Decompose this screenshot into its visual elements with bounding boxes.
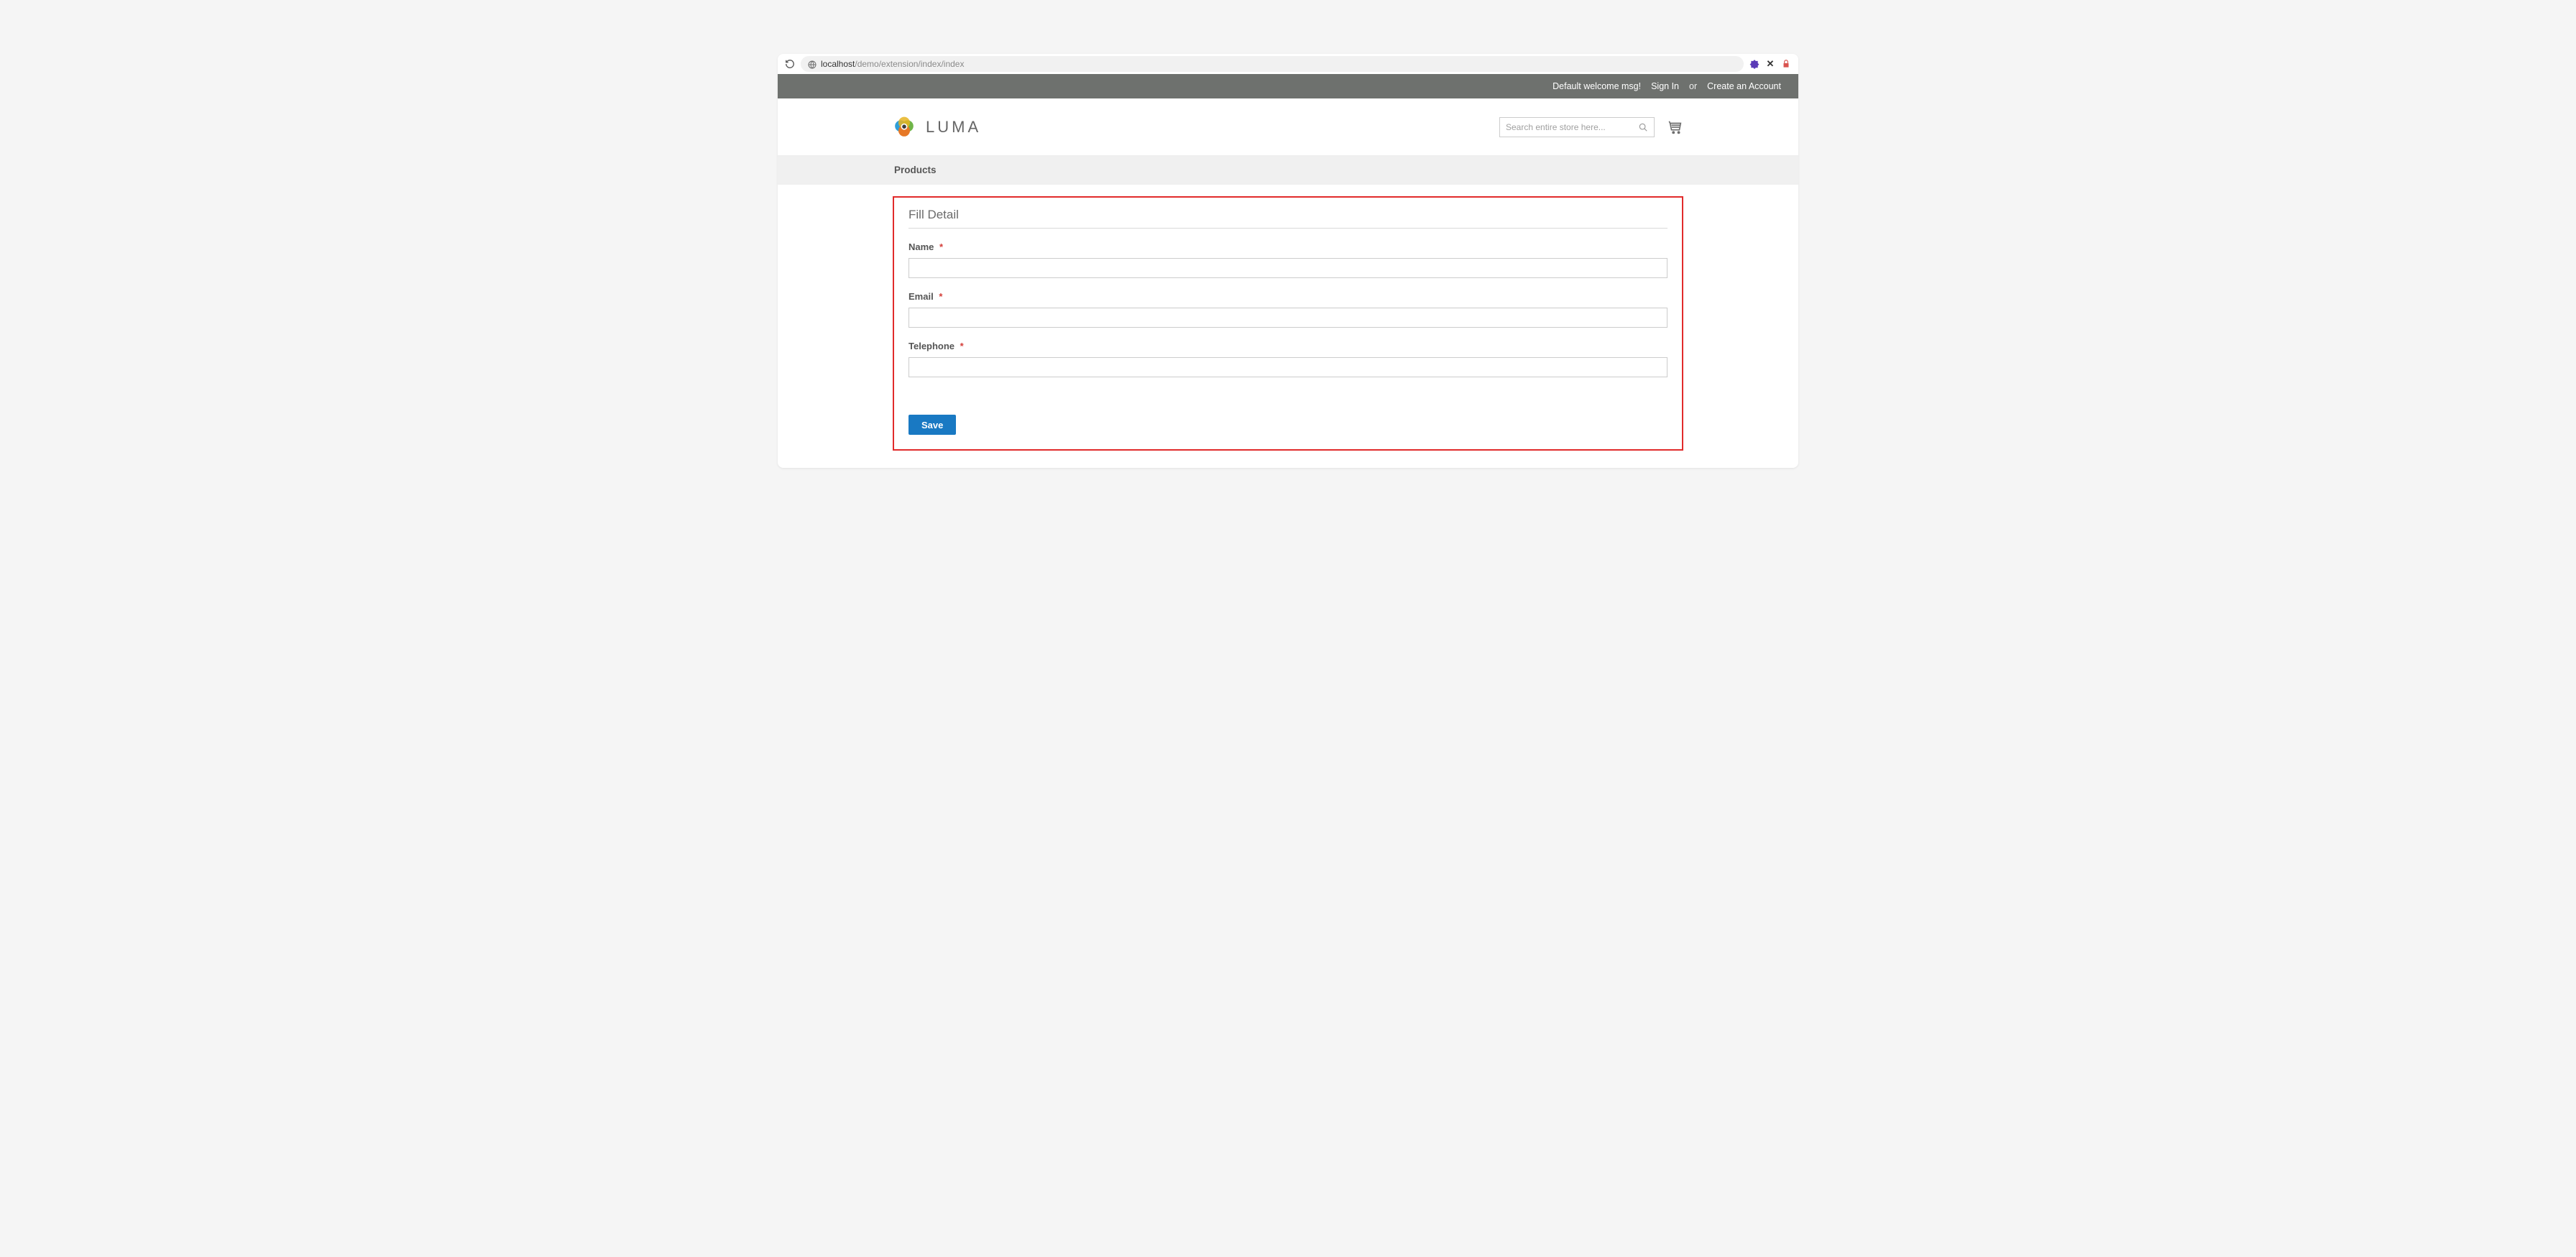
nav-item-products[interactable]: Products	[893, 165, 938, 175]
name-label-text: Name	[908, 241, 934, 252]
url-path: /demo/extension/index/index	[855, 59, 964, 69]
browser-address-bar: localhost/demo/extension/index/index ✕	[778, 54, 1798, 74]
extension-icons: ✕	[1749, 59, 1791, 69]
or-text: or	[1689, 81, 1697, 91]
reload-icon[interactable]	[785, 59, 795, 69]
field-name: Name *	[908, 241, 1668, 278]
extension-lock-icon[interactable]	[1781, 59, 1791, 69]
create-account-link[interactable]: Create an Account	[1707, 81, 1781, 91]
logo[interactable]: LUMA	[893, 116, 981, 139]
form-highlight-box: Fill Detail Name * Email *	[893, 196, 1683, 451]
main-content: Fill Detail Name * Email *	[893, 185, 1683, 468]
site-header: LUMA	[778, 98, 1798, 156]
name-label: Name *	[908, 241, 1668, 252]
url-bar[interactable]: localhost/demo/extension/index/index	[801, 56, 1744, 72]
email-label-text: Email	[908, 291, 934, 302]
required-mark: *	[939, 291, 942, 302]
save-button[interactable]: Save	[908, 415, 956, 435]
signin-link[interactable]: Sign In	[1651, 81, 1679, 91]
email-label: Email *	[908, 291, 1668, 302]
page-content: Default welcome msg! Sign In or Create a…	[778, 74, 1798, 468]
search-input[interactable]	[1506, 122, 1632, 132]
form-legend: Fill Detail	[908, 208, 1668, 229]
required-mark: *	[960, 341, 964, 351]
url-text: localhost/demo/extension/index/index	[821, 59, 964, 69]
globe-icon	[808, 60, 816, 68]
logo-mark-icon	[893, 116, 916, 139]
search-icon[interactable]	[1638, 122, 1648, 132]
header-right	[1499, 117, 1683, 137]
cart-icon[interactable]	[1668, 119, 1683, 135]
telephone-input[interactable]	[908, 357, 1668, 377]
top-bar: Default welcome msg! Sign In or Create a…	[778, 74, 1798, 98]
welcome-message: Default welcome msg!	[1552, 81, 1641, 91]
field-telephone: Telephone *	[908, 341, 1668, 377]
browser-window: localhost/demo/extension/index/index ✕ D…	[778, 54, 1798, 468]
telephone-label: Telephone *	[908, 341, 1668, 351]
search-box[interactable]	[1499, 117, 1655, 137]
required-mark: *	[939, 241, 943, 252]
brand-name: LUMA	[926, 118, 981, 137]
email-input[interactable]	[908, 308, 1668, 328]
name-input[interactable]	[908, 258, 1668, 278]
telephone-label-text: Telephone	[908, 341, 954, 351]
extension-close-icon[interactable]: ✕	[1765, 59, 1775, 69]
url-host: localhost	[821, 59, 855, 69]
field-email: Email *	[908, 291, 1668, 328]
nav-bar: Products	[778, 156, 1798, 185]
extension-badge-icon[interactable]	[1749, 59, 1760, 69]
